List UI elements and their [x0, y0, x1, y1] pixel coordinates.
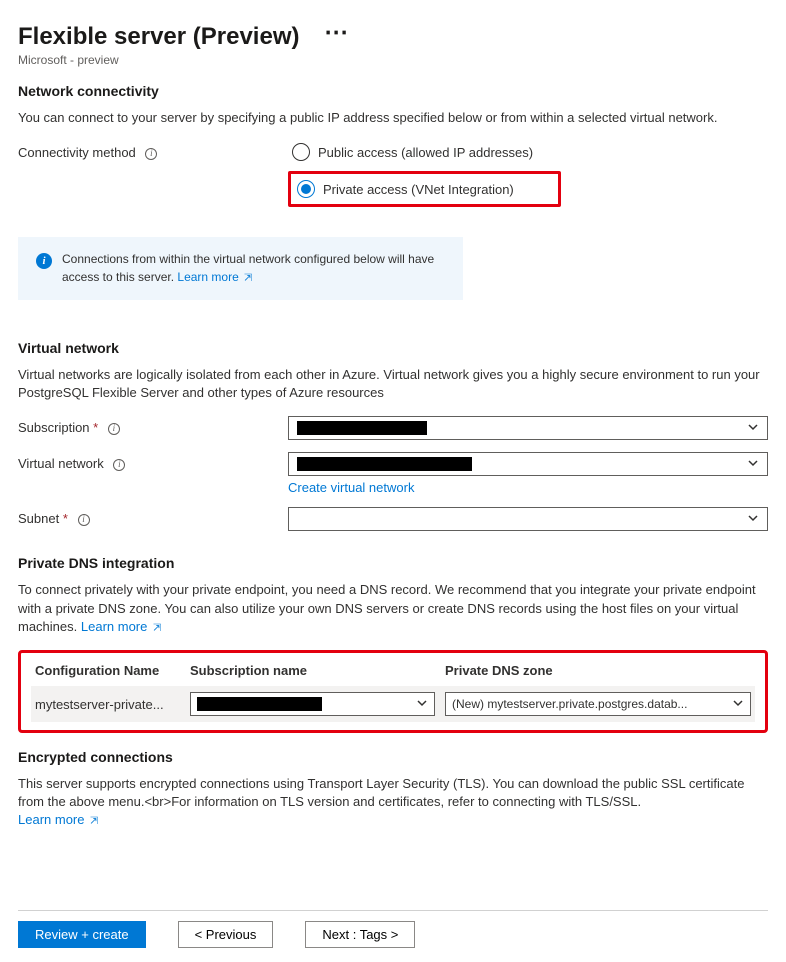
more-actions-button[interactable]: ⋯	[324, 18, 348, 47]
dns-zone-value: (New) mytestserver.private.postgres.data…	[452, 697, 687, 711]
subscription-name-dropdown[interactable]	[190, 692, 435, 716]
col-header-zone: Private DNS zone	[445, 663, 751, 678]
chevron-down-icon	[747, 421, 759, 435]
subnet-dropdown[interactable]	[288, 507, 768, 531]
redacted-value	[297, 421, 427, 435]
section-heading-network: Network connectivity	[18, 83, 768, 99]
label-subnet: Subnet * i	[18, 507, 288, 526]
next-button[interactable]: Next : Tags >	[305, 921, 415, 948]
learn-more-link[interactable]: Learn more	[81, 619, 162, 634]
vnet-dropdown[interactable]	[288, 452, 768, 476]
redacted-value	[297, 457, 472, 471]
chevron-down-icon	[747, 457, 759, 471]
radio-label: Private access (VNet Integration)	[323, 182, 514, 197]
col-header-sub: Subscription name	[190, 663, 445, 678]
chevron-down-icon	[732, 697, 744, 711]
tls-description: This server supports encrypted connectio…	[18, 775, 768, 830]
col-header-config: Configuration Name	[35, 663, 190, 678]
radio-public-access[interactable]: Public access (allowed IP addresses)	[288, 141, 768, 163]
external-link-icon	[153, 623, 161, 634]
info-banner: i Connections from within the virtual ne…	[18, 237, 463, 300]
dns-description: To connect privately with your private e…	[18, 581, 768, 636]
section-heading-vnet: Virtual network	[18, 340, 768, 356]
label-connectivity-method: Connectivity method i	[18, 141, 288, 160]
section-heading-dns: Private DNS integration	[18, 555, 768, 571]
learn-more-link[interactable]: Learn more	[177, 270, 252, 284]
label-virtual-network: Virtual network i	[18, 452, 288, 471]
vnet-description: Virtual networks are logically isolated …	[18, 366, 768, 402]
learn-more-link[interactable]: Learn more	[18, 812, 99, 827]
chevron-down-icon	[747, 512, 759, 526]
info-icon[interactable]: i	[108, 423, 120, 435]
chevron-down-icon	[416, 697, 428, 711]
external-link-icon	[244, 273, 252, 284]
label-subscription: Subscription * i	[18, 416, 288, 435]
external-link-icon	[90, 816, 98, 827]
redacted-value	[197, 697, 322, 711]
private-dns-zone-dropdown[interactable]: (New) mytestserver.private.postgres.data…	[445, 692, 751, 716]
create-vnet-link[interactable]: Create virtual network	[288, 480, 768, 495]
info-icon[interactable]: i	[113, 459, 125, 471]
subscription-dropdown[interactable]	[288, 416, 768, 440]
review-create-button[interactable]: Review + create	[18, 921, 146, 948]
info-circle-icon: i	[36, 253, 52, 269]
table-row: mytestserver-private... (New) mytestserv…	[31, 686, 755, 722]
info-icon[interactable]: i	[145, 148, 157, 160]
radio-private-access[interactable]: Private access (VNet Integration)	[293, 178, 518, 200]
info-icon[interactable]: i	[78, 514, 90, 526]
radio-icon	[292, 143, 310, 161]
config-name-value: mytestserver-private...	[35, 697, 190, 712]
section-heading-tls: Encrypted connections	[18, 749, 768, 765]
footer-actions: Review + create < Previous Next : Tags >	[18, 910, 768, 962]
radio-icon	[297, 180, 315, 198]
page-title: Flexible server (Preview) ⋯	[18, 18, 768, 51]
network-description: You can connect to your server by specif…	[18, 109, 768, 127]
breadcrumb: Microsoft - preview	[18, 53, 768, 67]
dns-table: Configuration Name Subscription name Pri…	[18, 650, 768, 733]
radio-label: Public access (allowed IP addresses)	[318, 145, 533, 160]
previous-button[interactable]: < Previous	[178, 921, 274, 948]
